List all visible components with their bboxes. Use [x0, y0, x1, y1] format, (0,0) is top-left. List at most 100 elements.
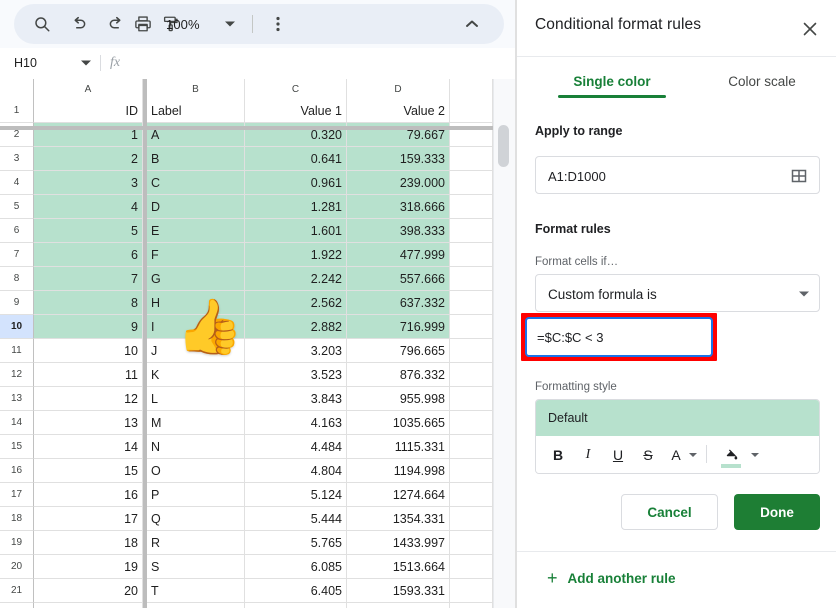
grid-cell[interactable] — [450, 555, 493, 579]
grid-cell[interactable] — [450, 291, 493, 315]
grid-cell[interactable]: 5 — [34, 219, 143, 243]
grid-cell[interactable]: O — [147, 459, 245, 483]
grid-cell[interactable]: 1593.331 — [347, 579, 450, 603]
name-box-chevron-down-icon[interactable] — [81, 48, 91, 78]
fill-color-chevron-down-icon[interactable] — [748, 442, 762, 468]
row-header[interactable]: 5 — [0, 195, 34, 219]
custom-formula-input[interactable]: =$C:$C < 3 — [525, 317, 713, 357]
grid-cell[interactable]: 11 — [34, 363, 143, 387]
grid-cell[interactable]: 2.242 — [245, 267, 347, 291]
grid-cell[interactable]: 20 — [34, 579, 143, 603]
row-header[interactable]: 1 — [0, 99, 34, 123]
grid-cell[interactable]: 4 — [34, 195, 143, 219]
grid-cell[interactable]: 14 — [34, 435, 143, 459]
grid-cell[interactable]: 637.332 — [347, 291, 450, 315]
search-icon[interactable] — [30, 12, 54, 36]
column-header-d[interactable]: D — [347, 79, 450, 99]
tab-single-color[interactable]: Single color — [547, 64, 677, 98]
grid-cell[interactable]: 6 — [34, 243, 143, 267]
grid-cell[interactable]: G — [147, 267, 245, 291]
row-header[interactable]: 6 — [0, 219, 34, 243]
grid-cell[interactable]: Label — [147, 99, 245, 123]
strikethrough-button[interactable]: S — [638, 442, 658, 468]
grid-cell[interactable]: 16 — [34, 483, 143, 507]
row-header[interactable]: 19 — [0, 531, 34, 555]
collapse-toolbar-icon[interactable] — [458, 12, 486, 36]
grid-cell[interactable]: M — [147, 411, 245, 435]
italic-button[interactable]: I — [578, 442, 598, 468]
grid-cell[interactable]: 17 — [34, 507, 143, 531]
column-header-a[interactable]: A — [34, 79, 143, 99]
row-header[interactable]: 8 — [0, 267, 34, 291]
grid-cell[interactable]: 19 — [34, 555, 143, 579]
row-header[interactable]: 14 — [0, 411, 34, 435]
grid-cell[interactable] — [450, 147, 493, 171]
grid-cell[interactable]: 318.666 — [347, 195, 450, 219]
grid-cell[interactable]: C — [147, 171, 245, 195]
grid-cell[interactable] — [450, 315, 493, 339]
row-header[interactable]: 22 — [0, 603, 34, 608]
grid-cell[interactable]: 4.163 — [245, 411, 347, 435]
grid-cell[interactable]: 1.281 — [245, 195, 347, 219]
grid-cell[interactable]: 2.882 — [245, 315, 347, 339]
row-header[interactable]: 13 — [0, 387, 34, 411]
grid-cell[interactable]: 21 — [34, 603, 143, 608]
print-icon[interactable] — [131, 12, 155, 36]
grid-cell[interactable]: S — [147, 555, 245, 579]
grid-cell[interactable]: 398.333 — [347, 219, 450, 243]
grid-cell[interactable]: 5.444 — [245, 507, 347, 531]
grid-cell[interactable]: 1115.331 — [347, 435, 450, 459]
grid-cell[interactable]: 10 — [34, 339, 143, 363]
range-input[interactable]: A1:D1000 — [535, 156, 820, 194]
grid-cell[interactable] — [450, 531, 493, 555]
grid-cell[interactable]: 7 — [34, 267, 143, 291]
done-button[interactable]: Done — [734, 494, 820, 530]
grid-cell[interactable]: 12 — [34, 387, 143, 411]
more-options-icon[interactable] — [266, 12, 290, 36]
grid-cell[interactable]: 4.484 — [245, 435, 347, 459]
grid-cell[interactable]: 796.665 — [347, 339, 450, 363]
grid-cell[interactable] — [450, 507, 493, 531]
grid-cell[interactable] — [450, 363, 493, 387]
grid-cell[interactable] — [450, 459, 493, 483]
grid-cell[interactable]: 716.999 — [347, 315, 450, 339]
grid-cell[interactable]: 6.405 — [245, 579, 347, 603]
vertical-scrollbar-thumb[interactable] — [498, 125, 509, 167]
zoom-chevron-down-icon[interactable] — [220, 12, 240, 36]
text-color-button[interactable]: A — [668, 442, 684, 468]
grid-cell[interactable]: 3.203 — [245, 339, 347, 363]
row-header[interactable]: 16 — [0, 459, 34, 483]
grid-cell[interactable]: 159.333 — [347, 147, 450, 171]
grid-cell[interactable]: 6.725 — [245, 603, 347, 608]
grid-cell[interactable]: 9 — [34, 315, 143, 339]
row-header[interactable]: 15 — [0, 435, 34, 459]
grid-cell[interactable] — [450, 219, 493, 243]
row-header[interactable]: 3 — [0, 147, 34, 171]
grid-cell[interactable] — [450, 483, 493, 507]
formula-input[interactable] — [132, 48, 516, 78]
grid-cell[interactable] — [450, 171, 493, 195]
grid-cell[interactable]: 2.562 — [245, 291, 347, 315]
select-all-corner[interactable] — [0, 79, 34, 99]
grid-cell[interactable]: U — [147, 603, 245, 608]
grid-cell[interactable]: 5.765 — [245, 531, 347, 555]
grid-cell[interactable]: ID — [34, 99, 143, 123]
grid-cell[interactable] — [450, 411, 493, 435]
grid-cell[interactable]: 1.922 — [245, 243, 347, 267]
grid-cell[interactable]: 3.843 — [245, 387, 347, 411]
grid-cell[interactable]: 1354.331 — [347, 507, 450, 531]
grid-cell[interactable]: E — [147, 219, 245, 243]
grid-cell[interactable]: 4.804 — [245, 459, 347, 483]
row-header[interactable]: 21 — [0, 579, 34, 603]
grid-cell[interactable]: R — [147, 531, 245, 555]
grid-cell[interactable]: 1672.997 — [347, 603, 450, 608]
add-another-rule-button[interactable]: + Add another rule — [547, 566, 676, 590]
row-header[interactable]: 4 — [0, 171, 34, 195]
grid-cell[interactable] — [450, 267, 493, 291]
tab-color-scale[interactable]: Color scale — [697, 64, 827, 98]
row-header[interactable]: 12 — [0, 363, 34, 387]
vertical-scrollbar[interactable] — [493, 79, 516, 608]
grid-cell[interactable]: 8 — [34, 291, 143, 315]
condition-dropdown[interactable]: Custom formula is — [535, 274, 820, 312]
row-header[interactable]: 18 — [0, 507, 34, 531]
